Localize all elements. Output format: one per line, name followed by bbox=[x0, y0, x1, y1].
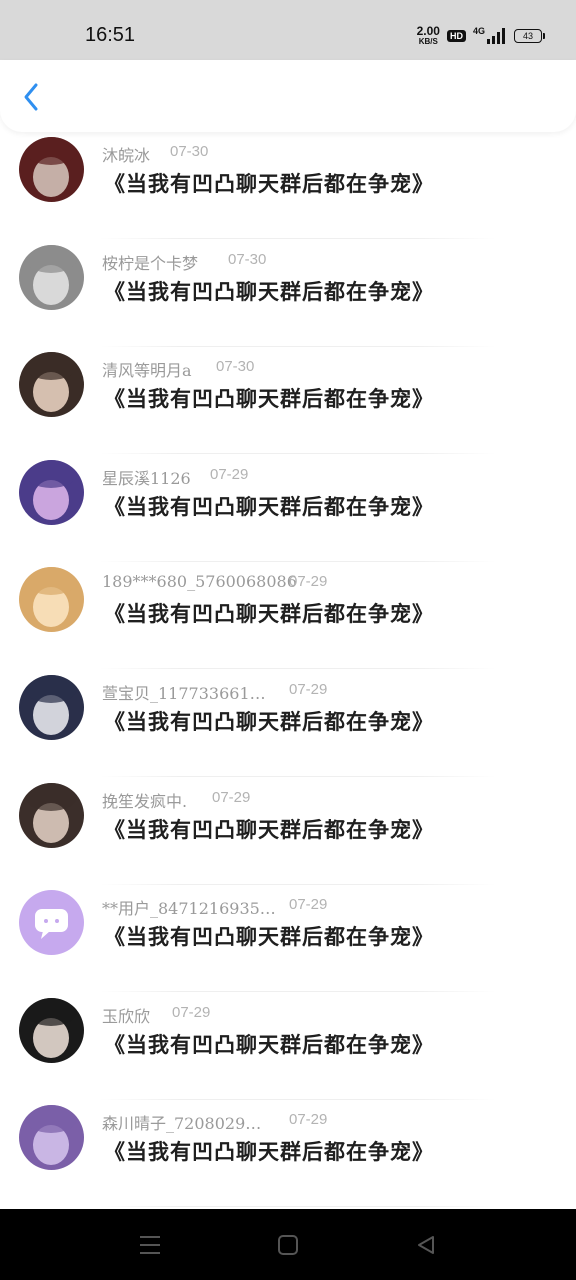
list-item[interactable]: 桉柠是个卡梦 07-30 《当我有凹凸聊天群后都在争宠》 bbox=[0, 240, 576, 347]
item-meta: 桉柠是个卡梦 07-30 bbox=[102, 250, 266, 274]
triangle-back-icon bbox=[418, 1236, 434, 1254]
avatar[interactable] bbox=[19, 675, 84, 740]
network-speed: 2.00 KB/S bbox=[417, 25, 440, 46]
list-item[interactable]: **用户_8471216935… 07-29 《当我有凹凸聊天群后都在争宠》 bbox=[0, 885, 576, 993]
item-date: 07-30 bbox=[228, 250, 267, 268]
item-meta: 玉欣欣 07-29 bbox=[102, 1003, 210, 1027]
list-item[interactable]: 森川晴子_7208029… 07-29 《当我有凹凸聊天群后都在争宠》 bbox=[0, 1100, 576, 1208]
list-item[interactable]: 189***680_5760068086 07-29 《当我有凹凸聊天群后都在争宠》 bbox=[0, 562, 576, 670]
item-date: 07-30 bbox=[170, 143, 209, 160]
signal-icon bbox=[487, 28, 505, 44]
item-title[interactable]: 《当我有凹凸聊天群后都在争宠》 bbox=[104, 491, 434, 521]
item-meta: 清风等明月a 07-30 bbox=[102, 357, 254, 381]
avatar[interactable] bbox=[19, 137, 84, 202]
avatar[interactable] bbox=[19, 997, 84, 1063]
avatar[interactable] bbox=[19, 1105, 84, 1171]
status-time: 16:51 bbox=[85, 24, 136, 46]
avatar[interactable] bbox=[19, 459, 84, 525]
item-meta: 挽笙发疯中. 07-29 bbox=[102, 788, 250, 812]
item-date: 07-30 bbox=[216, 358, 255, 376]
username[interactable]: 桉柠是个卡梦 bbox=[102, 250, 198, 274]
item-meta: 星辰溪1126 07-29 bbox=[102, 465, 248, 489]
item-meta: 沐皖冰 07-30 bbox=[102, 142, 208, 166]
status-indicators: 2.00 KB/S HD 4G 43 bbox=[417, 25, 545, 46]
item-title[interactable]: 《当我有凹凸聊天群后都在争宠》 bbox=[104, 706, 434, 736]
item-date: 07-29 bbox=[212, 788, 251, 806]
home-button[interactable] bbox=[274, 1231, 302, 1259]
item-date: 07-29 bbox=[289, 896, 328, 914]
signal-group: 4G bbox=[473, 27, 507, 44]
network-speed-value: 2.00 bbox=[416, 24, 440, 38]
username[interactable]: 沐皖冰 bbox=[102, 142, 150, 166]
item-date: 07-29 bbox=[289, 573, 328, 591]
item-date: 07-29 bbox=[289, 1111, 328, 1129]
item-title[interactable]: 《当我有凹凸聊天群后都在争宠》 bbox=[104, 814, 434, 844]
nav-back-button[interactable] bbox=[412, 1231, 440, 1259]
username[interactable]: 星辰溪1126 bbox=[102, 465, 191, 489]
item-date: 07-29 bbox=[172, 1003, 211, 1021]
menu-button[interactable] bbox=[136, 1231, 164, 1259]
list-item[interactable]: 清风等明月a 07-30 《当我有凹凸聊天群后都在争宠》 bbox=[0, 347, 576, 455]
item-meta: 森川晴子_7208029… 07-29 bbox=[102, 1110, 327, 1134]
avatar[interactable] bbox=[19, 244, 84, 310]
network-speed-unit: KB/S bbox=[418, 37, 438, 46]
item-title[interactable]: 《当我有凹凸聊天群后都在争宠》 bbox=[104, 598, 434, 628]
list-item[interactable]: 萱宝贝_117733661… 07-29 《当我有凹凸聊天群后都在争宠》 bbox=[0, 670, 576, 777]
item-meta: 萱宝贝_117733661… 07-29 bbox=[102, 680, 327, 704]
username[interactable]: 189***680_5760068086 bbox=[102, 572, 297, 591]
back-button[interactable] bbox=[14, 80, 48, 114]
list-item[interactable]: 玉欣欣 07-29 《当我有凹凸聊天群后都在争宠》 bbox=[0, 993, 576, 1100]
username[interactable]: 玉欣欣 bbox=[102, 1003, 150, 1027]
username[interactable]: 清风等明月a bbox=[102, 357, 192, 381]
top-header bbox=[0, 60, 576, 132]
divider bbox=[100, 1206, 496, 1208]
status-bar: 16:51 2.00 KB/S HD 4G 43 bbox=[0, 0, 576, 60]
system-nav-bar bbox=[0, 1209, 576, 1280]
item-meta: 189***680_5760068086 07-29 bbox=[102, 572, 327, 591]
comment-list: 沐皖冰 07-30 《当我有凹凸聊天群后都在争宠》 桉柠是个卡梦 07-30 《当我有凹凸… bbox=[0, 132, 576, 1209]
username[interactable]: 森川晴子_7208029… bbox=[102, 1110, 261, 1134]
avatar[interactable] bbox=[19, 352, 84, 418]
item-meta: **用户_8471216935… 07-29 bbox=[102, 895, 327, 919]
network-type-label: 4G bbox=[472, 26, 485, 36]
menu-icon bbox=[140, 1236, 160, 1254]
list-item[interactable]: 挽笙发疯中. 07-29 《当我有凹凸聊天群后都在争宠》 bbox=[0, 778, 576, 885]
item-title[interactable]: 《当我有凹凸聊天群后都在争宠》 bbox=[104, 168, 434, 198]
avatar[interactable] bbox=[19, 567, 84, 633]
item-title[interactable]: 《当我有凹凸聊天群后都在争宠》 bbox=[104, 276, 434, 306]
item-title[interactable]: 《当我有凹凸聊天群后都在争宠》 bbox=[104, 383, 434, 413]
list-item[interactable]: 星辰溪1126 07-29 《当我有凹凸聊天群后都在争宠》 bbox=[0, 455, 576, 562]
home-square-icon bbox=[278, 1235, 298, 1255]
list-item[interactable]: 沐皖冰 07-30 《当我有凹凸聊天群后都在争宠》 bbox=[0, 132, 576, 239]
item-title[interactable]: 《当我有凹凸聊天群后都在争宠》 bbox=[104, 921, 434, 951]
item-title[interactable]: 《当我有凹凸聊天群后都在争宠》 bbox=[104, 1029, 434, 1059]
username[interactable]: 挽笙发疯中. bbox=[102, 788, 187, 812]
avatar[interactable] bbox=[19, 782, 84, 848]
item-date: 07-29 bbox=[210, 465, 249, 483]
username[interactable]: **用户_8471216935… bbox=[102, 895, 276, 919]
avatar[interactable] bbox=[19, 890, 84, 956]
chevron-left-icon bbox=[24, 83, 38, 111]
item-title[interactable]: 《当我有凹凸聊天群后都在争宠》 bbox=[104, 1136, 434, 1166]
item-date: 07-29 bbox=[289, 681, 328, 698]
hd-badge: HD bbox=[446, 29, 466, 42]
username[interactable]: 萱宝贝_117733661… bbox=[102, 680, 266, 704]
battery-icon: 43 bbox=[514, 28, 545, 43]
